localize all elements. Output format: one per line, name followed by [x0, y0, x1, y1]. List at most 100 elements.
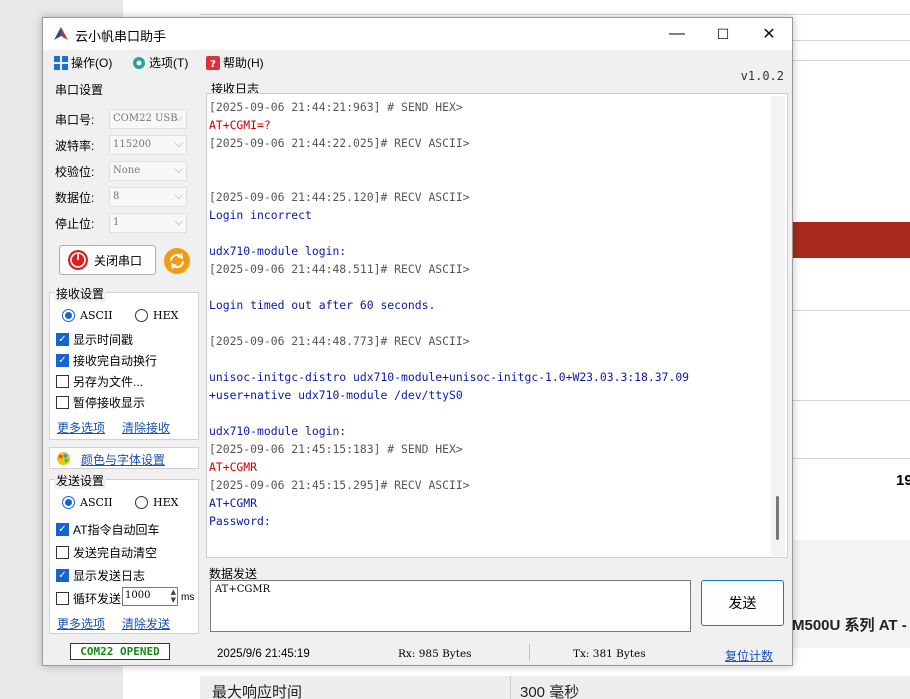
- title-bar[interactable]: 云小帆串口助手 — ☐ ✕: [43, 18, 792, 50]
- grid-icon: [54, 55, 68, 70]
- checkbox-box: [56, 375, 69, 388]
- auto-newline-checkbox[interactable]: ✓ 接收完自动换行: [56, 352, 157, 369]
- log-line: Password:: [209, 514, 271, 528]
- parity-select[interactable]: None ⌵: [109, 161, 187, 181]
- bg-table-separator: [510, 676, 511, 699]
- save-to-file-label: 另存为文件...: [73, 375, 144, 389]
- chevron-down-icon: ⌵: [174, 189, 183, 202]
- minimize-button[interactable]: —: [654, 18, 700, 50]
- check-icon: ✓: [56, 569, 69, 582]
- save-to-file-checkbox[interactable]: 另存为文件...: [56, 373, 143, 390]
- close-button[interactable]: ✕: [746, 18, 792, 50]
- menu-options[interactable]: 选项(T): [132, 54, 188, 71]
- receive-ascii-radio[interactable]: ASCII: [62, 309, 113, 322]
- databits-value: 8: [113, 191, 120, 202]
- status-time: 2025/9/6 21:45:19: [217, 648, 310, 660]
- chevron-down-icon: ⌵: [174, 215, 183, 228]
- send-ascii-radio[interactable]: ASCII: [62, 496, 113, 509]
- log-line: udx710-module login:: [209, 244, 347, 258]
- loop-interval-value: 1000: [125, 590, 151, 601]
- log-line: Login incorrect: [209, 208, 312, 222]
- receive-more-options-link[interactable]: 更多选项: [57, 419, 105, 436]
- send-button[interactable]: 发送: [701, 580, 784, 626]
- receive-hex-radio[interactable]: HEX: [135, 309, 178, 322]
- menu-help[interactable]: ? 帮助(H): [206, 54, 264, 71]
- send-more-options-link[interactable]: 更多选项: [57, 615, 105, 632]
- stopbits-label: 停止位:: [55, 217, 95, 231]
- auto-newline-label: 接收完自动换行: [73, 354, 158, 368]
- bg-red-header-bar: [792, 222, 910, 258]
- databits-select[interactable]: 8 ⌵: [109, 187, 187, 207]
- power-icon: [68, 250, 88, 270]
- at-auto-enter-checkbox[interactable]: ✓ AT指令自动回车: [56, 521, 159, 538]
- gear-icon: [133, 56, 145, 69]
- close-port-button[interactable]: 关闭串口: [59, 245, 156, 275]
- bg-series-title: M500U 系列 AT -: [792, 617, 907, 634]
- data-send-input[interactable]: AT+CGMR: [210, 580, 691, 632]
- checkbox-box: [56, 546, 69, 559]
- port-status-indicator: COM22 OPENED: [70, 643, 170, 660]
- chevron-down-icon: ⌵: [174, 163, 183, 176]
- status-tx: Tx: 381 Bytes: [573, 648, 646, 660]
- log-line: [2025-09-06 21:44:25.120]# RECV ASCII>: [209, 190, 470, 204]
- log-scrollbar[interactable]: [771, 96, 785, 556]
- palette-icon: [56, 451, 71, 466]
- stopbits-select[interactable]: 1 ⌵: [109, 213, 187, 233]
- send-hex-label: HEX: [153, 496, 179, 509]
- auto-clear-checkbox[interactable]: 发送完自动清空: [56, 544, 157, 561]
- check-icon: ✓: [56, 354, 69, 367]
- send-ascii-label: ASCII: [80, 496, 113, 509]
- log-line: [2025-09-06 21:45:15:183] # SEND HEX>: [209, 442, 463, 456]
- log-line: AT+CGMR: [209, 460, 258, 474]
- show-timestamp-label: 显示时间戳: [73, 333, 134, 347]
- color-font-setting-link[interactable]: 颜色与字体设置: [81, 451, 165, 468]
- log-line: [2025-09-06 21:44:22.025]# RECV ASCII>: [209, 136, 470, 150]
- chevron-down-icon: ⌵: [174, 137, 183, 150]
- loop-send-checkbox[interactable]: 循环发送: [56, 590, 121, 607]
- refresh-icon[interactable]: [163, 247, 191, 275]
- app-logo-icon: [54, 27, 68, 40]
- menu-operation-label: 操作(O): [71, 56, 113, 70]
- port-select[interactable]: COM22 USB ⌵: [109, 109, 187, 129]
- menu-operation[interactable]: 操作(O): [54, 54, 112, 71]
- baud-select[interactable]: 115200 ⌵: [109, 135, 187, 155]
- receive-hex-label: HEX: [153, 309, 179, 322]
- checkbox-box: [56, 592, 69, 605]
- log-scrollbar-thumb[interactable]: [776, 496, 779, 540]
- parity-label: 校验位:: [55, 165, 95, 179]
- log-line: udx710-module login:: [209, 424, 347, 438]
- baud-value: 115200: [113, 139, 152, 150]
- pause-receive-label: 暂停接收显示: [73, 396, 146, 410]
- clear-receive-link[interactable]: 清除接收: [122, 419, 170, 436]
- loop-interval-input[interactable]: 1000 ▲ ▼: [122, 587, 178, 606]
- svg-text:?: ?: [210, 59, 216, 70]
- reset-count-link[interactable]: 复位计数: [725, 647, 773, 664]
- send-hex-radio[interactable]: HEX: [135, 496, 178, 509]
- check-icon: ✓: [56, 333, 69, 346]
- show-timestamp-checkbox[interactable]: ✓ 显示时间戳: [56, 331, 133, 348]
- log-line: [2025-09-06 21:45:15.295]# RECV ASCII>: [209, 478, 470, 492]
- close-port-label: 关闭串口: [94, 253, 143, 268]
- color-font-setting-row[interactable]: 颜色与字体设置: [49, 447, 199, 469]
- stepper-arrows-icon[interactable]: ▲ ▼: [171, 588, 176, 604]
- log-line: [2025-09-06 21:44:21:963] # SEND HEX>: [209, 100, 463, 114]
- databits-label: 数据位:: [55, 191, 95, 205]
- show-send-log-label: 显示发送日志: [73, 569, 146, 583]
- loop-send-label: 循环发送: [73, 592, 122, 606]
- log-line: unisoc-initgc-distro udx710-module+uniso…: [209, 370, 690, 384]
- clear-send-link[interactable]: 清除发送: [122, 615, 170, 632]
- radio-dot: [62, 309, 75, 322]
- receive-log-panel[interactable]: [2025-09-06 21:44:21:963] # SEND HEX> AT+…: [206, 93, 788, 558]
- pause-receive-checkbox[interactable]: 暂停接收显示: [56, 394, 145, 411]
- show-send-log-checkbox[interactable]: ✓ 显示发送日志: [56, 567, 145, 584]
- maximize-button[interactable]: ☐: [700, 18, 746, 50]
- receive-ascii-label: ASCII: [80, 309, 113, 322]
- parity-value: None: [113, 165, 141, 176]
- at-auto-enter-label: AT指令自动回车: [73, 523, 160, 537]
